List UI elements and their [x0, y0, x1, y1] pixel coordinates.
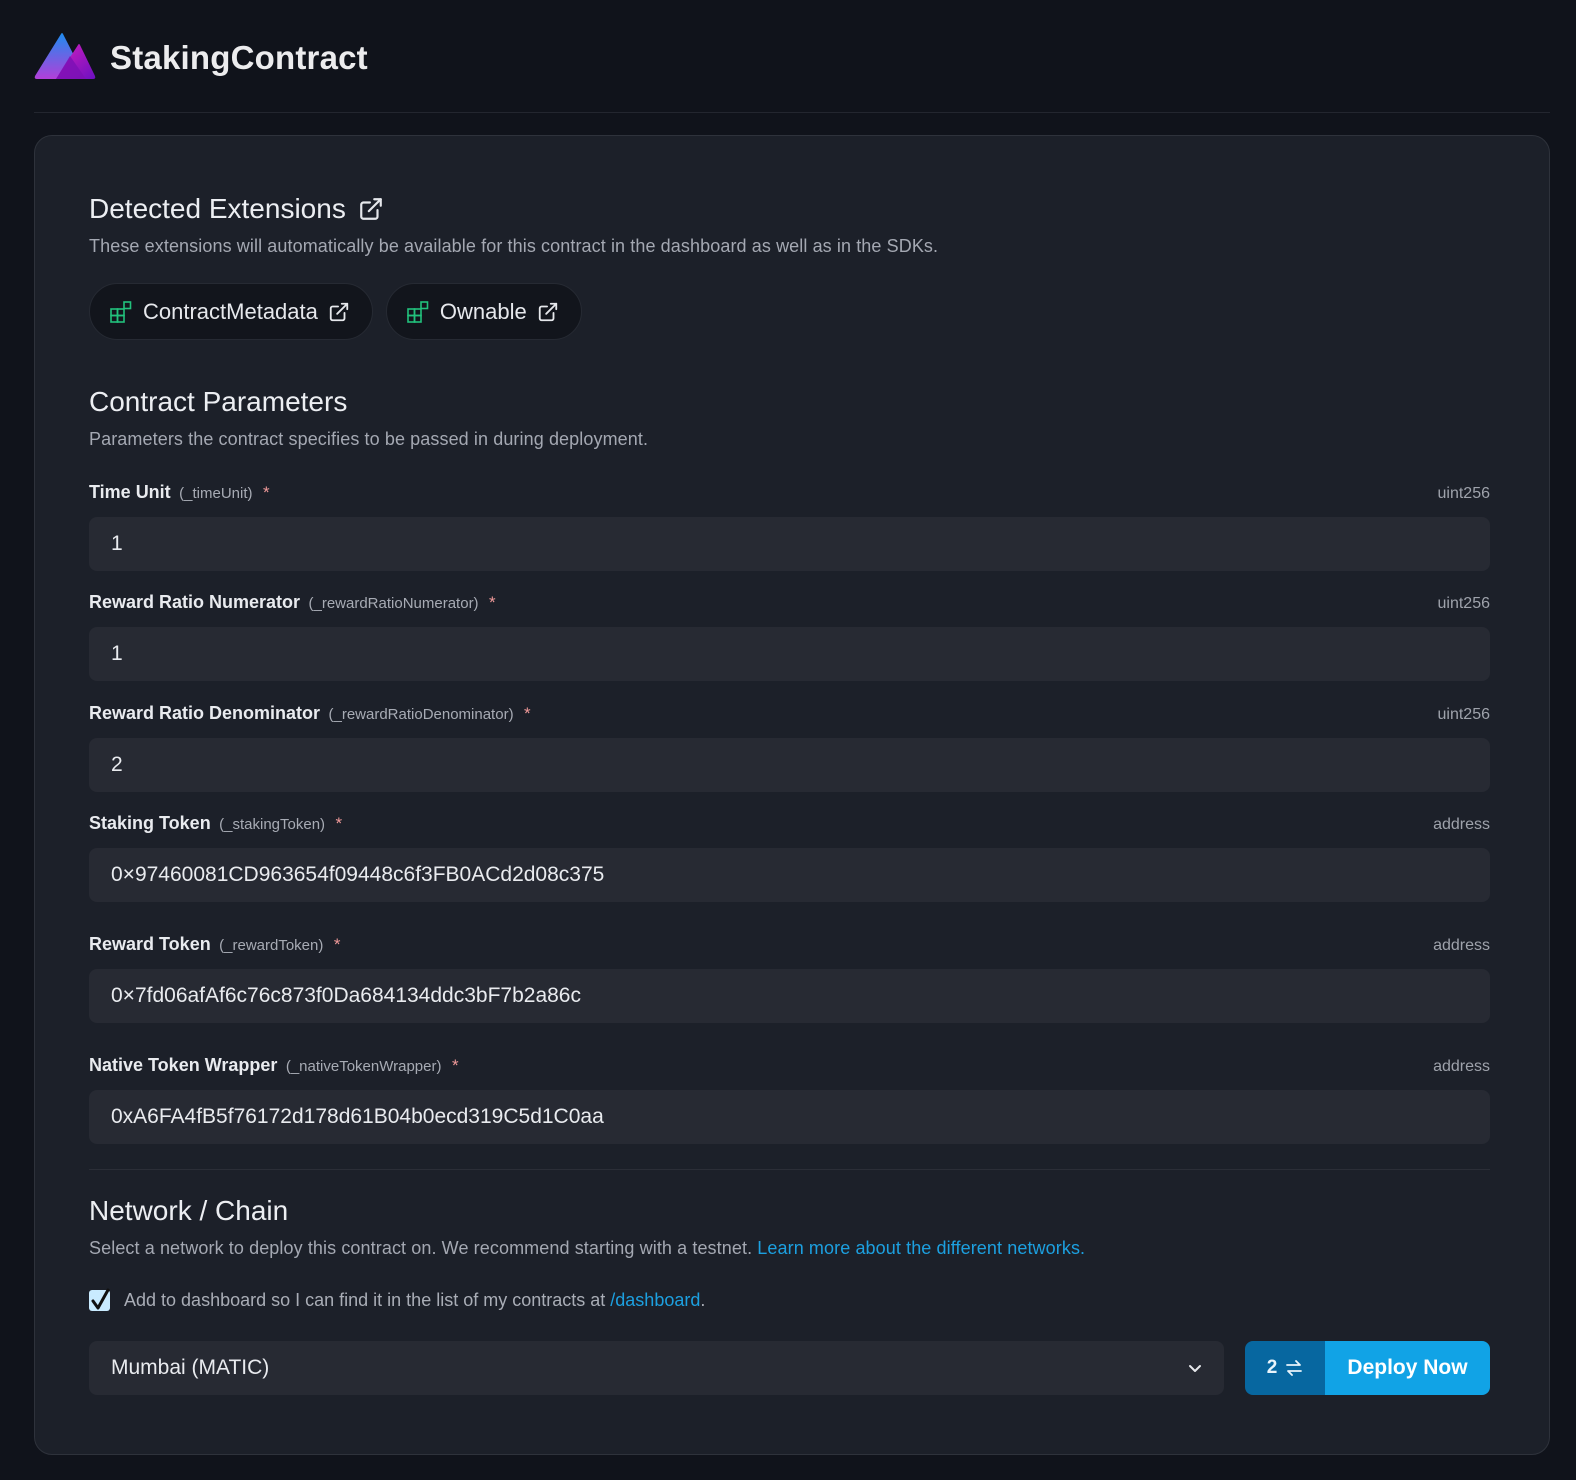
network-heading: Network / Chain — [89, 1195, 288, 1227]
field-param-name: (_rewardRatioNumerator) — [308, 595, 479, 612]
field-type: address — [1433, 937, 1490, 954]
extensions-title: Detected Extensions — [89, 193, 346, 224]
field-label: Staking Token — [89, 813, 211, 833]
network-description: Select a network to deploy this contract… — [89, 1238, 1085, 1259]
reward-token-input[interactable] — [89, 969, 1490, 1023]
external-link-icon — [538, 302, 557, 321]
field-staking-token: Staking Token (_stakingToken) * address — [89, 813, 1490, 902]
required-marker: * — [489, 593, 496, 612]
deploy-button-group: 2 Deploy Now — [1245, 1341, 1490, 1395]
required-marker: * — [524, 704, 531, 723]
required-marker: * — [262, 483, 270, 502]
header-divider — [34, 112, 1550, 113]
field-label: Reward Ratio Denominator — [89, 703, 321, 723]
field-reward-token: Reward Token (_rewardToken) * address — [89, 934, 1490, 1023]
learn-more-networks-link[interactable]: Learn more about the different networks. — [757, 1238, 1085, 1258]
section-divider — [89, 1169, 1490, 1170]
time-unit-input[interactable] — [89, 517, 1490, 571]
field-reward-ratio-denominator: Reward Ratio Denominator (_rewardRatioDe… — [89, 703, 1490, 792]
network-select[interactable]: Mumbai (MATIC) — [89, 1341, 1224, 1395]
checkmark-icon — [91, 1288, 110, 1310]
swap-arrows-icon — [1286, 1360, 1303, 1376]
field-param-name: (_stakingToken) — [219, 816, 326, 833]
deploy-now-button[interactable]: Deploy Now — [1325, 1341, 1490, 1395]
field-native-token-wrapper: Native Token Wrapper (_nativeTokenWrappe… — [89, 1055, 1490, 1144]
app-title: StakingContract — [110, 39, 368, 76]
add-to-dashboard-label: Add to dashboard so I can find it in the… — [124, 1290, 705, 1311]
extension-pill-contractmetadata[interactable]: ContractMetadata — [89, 283, 373, 340]
field-label: Reward Ratio Numerator — [89, 592, 301, 612]
extension-pill-ownable[interactable]: Ownable — [385, 283, 582, 340]
field-type: address — [1433, 1058, 1490, 1075]
field-type: uint256 — [1437, 706, 1491, 723]
logo-icon — [34, 33, 96, 79]
field-param-name: (_timeUnit) — [179, 485, 253, 502]
network-description-text: Select a network to deploy this contract… — [89, 1238, 753, 1258]
dashboard-link[interactable]: /dashboard — [610, 1290, 700, 1310]
required-marker: * — [451, 1056, 459, 1075]
external-link-icon[interactable] — [358, 196, 384, 222]
field-param-name: (_rewardRatioDenominator) — [328, 706, 514, 723]
field-type: uint256 — [1437, 595, 1491, 612]
blocks-icon — [407, 300, 429, 323]
field-param-name: (_rewardToken) — [219, 937, 324, 954]
parameters-title: Contract Parameters — [89, 386, 348, 417]
field-label: Reward Token — [89, 934, 211, 954]
field-param-name: (_nativeTokenWrapper) — [285, 1058, 442, 1075]
chevron-down-icon — [1189, 1365, 1201, 1372]
checkbox-label-text: Add to dashboard so I can find it in the… — [124, 1290, 606, 1310]
transaction-count: 2 — [1266, 1357, 1278, 1378]
extension-list: ContractMetadata Ownable — [89, 283, 582, 340]
parameters-heading: Contract Parameters — [89, 386, 347, 418]
parameters-description: Parameters the contract specifies to be … — [89, 429, 649, 449]
field-time-unit: Time Unit (_timeUnit) * uint256 — [89, 482, 1490, 571]
blocks-icon — [110, 300, 132, 323]
required-marker: * — [333, 935, 341, 954]
external-link-icon — [329, 302, 349, 321]
network-select-value: Mumbai (MATIC) — [111, 1356, 270, 1379]
checkbox-label-suffix: . — [700, 1290, 706, 1310]
reward-ratio-denominator-input[interactable] — [89, 738, 1490, 792]
extensions-description: These extensions will automatically be a… — [89, 236, 939, 256]
extension-label: ContractMetadata — [143, 298, 318, 324]
native-token-wrapper-input[interactable] — [89, 1090, 1490, 1144]
field-label: Native Token Wrapper — [89, 1055, 278, 1075]
app-header: StakingContract — [34, 28, 368, 88]
field-type: uint256 — [1437, 485, 1491, 502]
add-to-dashboard-checkbox[interactable] — [89, 1288, 110, 1311]
field-reward-ratio-numerator: Reward Ratio Numerator (_rewardRatioNume… — [89, 592, 1490, 681]
reward-ratio-numerator-input[interactable] — [89, 627, 1490, 681]
extension-label: Ownable — [439, 298, 527, 324]
transaction-count-badge: 2 — [1245, 1341, 1325, 1395]
staking-token-input[interactable] — [89, 848, 1490, 902]
add-to-dashboard-row: Add to dashboard so I can find it in the… — [89, 1288, 705, 1311]
extensions-heading: Detected Extensions — [89, 193, 384, 225]
required-marker: * — [335, 814, 343, 833]
field-label: Time Unit — [89, 482, 171, 502]
deploy-card: Detected Extensions These extensions wil… — [34, 135, 1550, 1455]
field-type: address — [1433, 816, 1490, 833]
network-title: Network / Chain — [89, 1195, 289, 1226]
